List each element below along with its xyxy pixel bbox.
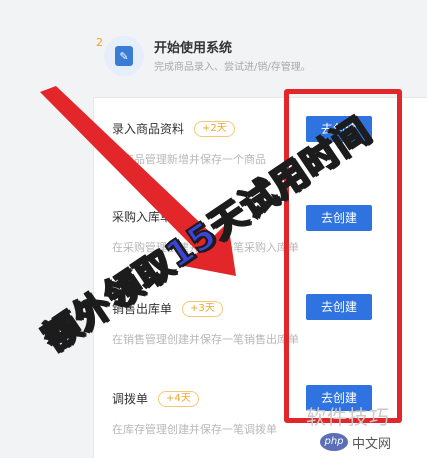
watermark-site-name: 软件技巧	[306, 405, 390, 429]
php-logo-icon: php	[320, 433, 348, 451]
watermark-sub: 中文网	[352, 437, 392, 452]
page: 2 ✎ 开始使用系统 完成商品录入、尝试进/销/存管理。 录入商品资料 +2天 …	[0, 0, 427, 458]
